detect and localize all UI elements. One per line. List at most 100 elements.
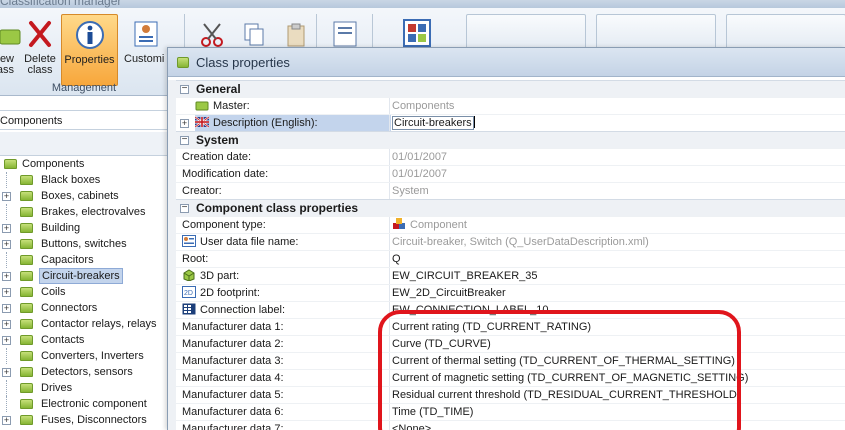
tree-item-connectors[interactable]: + Connectors (0, 300, 168, 316)
expand-plus-icon[interactable]: + (2, 416, 11, 425)
prop-value[interactable]: Time (TD_TIME) (392, 404, 845, 421)
collapse-minus-icon[interactable]: − (180, 84, 189, 94)
tree-toolbar (0, 132, 168, 156)
expand-plus-icon[interactable]: + (2, 336, 11, 345)
3d-part-icon (183, 269, 195, 281)
prop-row-root[interactable]: Root: Q (176, 250, 845, 268)
prop-row-connection-label[interactable]: Connection label: EW_CONNECTION_LABEL_10 (176, 301, 845, 319)
column-divider (389, 183, 390, 200)
tree-item-label: Components (22, 158, 85, 170)
svg-text:2D: 2D (184, 290, 193, 297)
main-window-title: Classification manager (0, 0, 122, 8)
tree-item-electronic-component[interactable]: Electronic component (0, 396, 168, 412)
tree-item-contactor-relays[interactable]: + Contactor relays, relays (0, 316, 168, 332)
column-divider (389, 353, 390, 370)
prop-value: Component (392, 217, 845, 234)
tree-item-boxes-cabinets[interactable]: + Boxes, cabinets (0, 188, 168, 204)
cut-icon[interactable] (198, 20, 228, 50)
ribbon-dropdown-1[interactable] (466, 14, 586, 50)
tree-item-converters-inverters[interactable]: Converters, Inverters (0, 348, 168, 364)
prop-row-manufacturer-data-5[interactable]: Manufacturer data 5: Residual current th… (176, 386, 845, 404)
category-system[interactable]: − System (176, 131, 845, 148)
tree-item-building[interactable]: + Building (0, 220, 168, 236)
tree-item-contacts[interactable]: + Contacts (0, 332, 168, 348)
folder-icon (20, 287, 33, 297)
prop-name: Connection label: (182, 302, 378, 319)
expand-plus-icon[interactable]: + (2, 192, 11, 201)
category-general[interactable]: − General (176, 80, 845, 97)
prop-value[interactable]: Current rating (TD_CURRENT_RATING) (392, 319, 845, 336)
prop-row-master[interactable]: Master: Components (176, 97, 845, 115)
component-cubes-icon (393, 218, 405, 229)
collapse-minus-icon[interactable]: − (180, 203, 189, 213)
tree-item-components[interactable]: Components (0, 156, 168, 172)
prop-row-manufacturer-data-4[interactable]: Manufacturer data 4: Current of magnetic… (176, 369, 845, 387)
prop-row-manufacturer-data-7[interactable]: Manufacturer data 7: <None> (176, 420, 845, 430)
expand-plus-icon[interactable]: + (180, 119, 189, 128)
document-icon[interactable] (332, 20, 358, 48)
collapse-minus-icon[interactable]: − (180, 135, 189, 145)
class-grid-icon[interactable] (402, 18, 432, 48)
prop-row-creator[interactable]: Creator: System (176, 182, 845, 200)
prop-value[interactable]: Curve (TD_CURVE) (392, 336, 845, 353)
prop-row-modification-date[interactable]: Modification date: 01/01/2007 (176, 165, 845, 183)
column-divider (389, 404, 390, 421)
category-component-class[interactable]: − Component class properties (176, 199, 845, 216)
expand-plus-icon[interactable]: + (2, 272, 11, 281)
column-divider (389, 387, 390, 404)
prop-value[interactable]: <None> (392, 421, 845, 430)
prop-value[interactable]: EW_2D_CircuitBreaker (392, 285, 845, 302)
prop-row-user-data-file[interactable]: User data file name: Circuit-breaker, Sw… (176, 233, 845, 251)
expand-plus-icon[interactable]: + (2, 320, 11, 329)
tree-item-detectors-sensors[interactable]: + Detectors, sensors (0, 364, 168, 380)
user-data-list-icon (182, 235, 196, 247)
description-input[interactable]: Circuit-breakers (392, 115, 845, 132)
prop-value[interactable]: Current of thermal setting (TD_CURRENT_O… (392, 353, 845, 370)
expand-plus-icon[interactable]: + (2, 304, 11, 313)
prop-value[interactable]: Current of magnetic setting (TD_CURRENT_… (392, 370, 845, 387)
prop-row-manufacturer-data-3[interactable]: Manufacturer data 3: Current of thermal … (176, 352, 845, 370)
new-class-button[interactable]: ew ass (0, 14, 21, 86)
paste-icon[interactable] (286, 22, 308, 48)
expand-plus-icon[interactable]: + (2, 240, 11, 249)
prop-row-manufacturer-data-1[interactable]: Manufacturer data 1: Current rating (TD_… (176, 318, 845, 336)
prop-row-manufacturer-data-6[interactable]: Manufacturer data 6: Time (TD_TIME) (176, 403, 845, 421)
prop-row-manufacturer-data-2[interactable]: Manufacturer data 2: Curve (TD_CURVE) (176, 335, 845, 353)
tree-item-black-boxes[interactable]: Black boxes (0, 172, 168, 188)
ribbon-dropdown-2[interactable] (596, 14, 716, 50)
tree-item-fuses-disconnectors[interactable]: + Fuses, Disconnectors (0, 412, 168, 428)
prop-value[interactable]: Q (392, 251, 845, 268)
prop-value[interactable]: EW_CIRCUIT_BREAKER_35 (392, 268, 845, 285)
prop-value[interactable]: Residual current threshold (TD_RESIDUAL_… (392, 387, 845, 404)
prop-row-component-type[interactable]: Component type: Component (176, 216, 845, 234)
ribbon-dropdown-3[interactable] (726, 14, 845, 50)
tree-item-label: Black boxes (41, 174, 101, 186)
delete-class-button[interactable]: Delete class (18, 14, 62, 86)
prop-row-creation-date[interactable]: Creation date: 01/01/2007 (176, 148, 845, 166)
prop-row-3d-part[interactable]: 3D part: EW_CIRCUIT_BREAKER_35 (176, 267, 845, 285)
tree-item-drives[interactable]: Drives (0, 380, 168, 396)
tree-item-capacitors[interactable]: Capacitors (0, 252, 168, 268)
folder-icon (20, 223, 33, 233)
tree-item-brakes-electrovalves[interactable]: Brakes, electrovalves (0, 204, 168, 220)
expand-plus-icon[interactable]: + (2, 368, 11, 377)
column-divider (389, 336, 390, 353)
prop-name: Modification date: (182, 168, 269, 180)
prop-value[interactable]: EW_CONNECTION_LABEL_10 (392, 302, 845, 319)
customize-button[interactable]: Customi (124, 14, 168, 86)
expand-plus-icon[interactable]: + (2, 224, 11, 233)
expand-plus-icon[interactable]: + (2, 288, 11, 297)
dialog-title-bar: Class properties (168, 48, 845, 77)
prop-name: Creator: (182, 185, 222, 197)
tree-item-buttons-switches[interactable]: + Buttons, switches (0, 236, 168, 252)
tree-item-label: Detectors, sensors (41, 366, 133, 378)
copy-icon[interactable] (243, 22, 265, 48)
prop-row-2d-footprint[interactable]: 2D 2D footprint: EW_2D_CircuitBreaker (176, 284, 845, 302)
2d-footprint-icon: 2D (182, 286, 196, 298)
prop-row-description[interactable]: + Description (English): Circuit-breaker… (176, 114, 845, 132)
folder-icon (20, 319, 33, 329)
tree-item-coils[interactable]: + Coils (0, 284, 168, 300)
properties-button[interactable]: Properties (61, 14, 118, 86)
tree-item-circuit-breakers[interactable]: + Circuit-breakers (0, 268, 168, 284)
property-grid: − General Master: Components + Descripti… (176, 80, 845, 430)
